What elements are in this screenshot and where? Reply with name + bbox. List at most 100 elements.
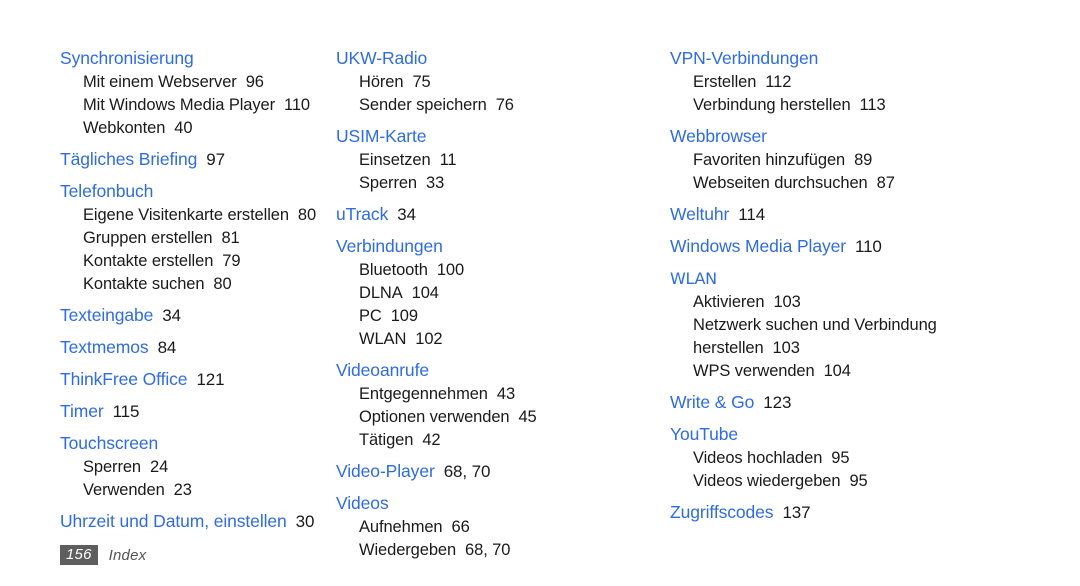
- index-sub-entry-list: Einsetzen 11 Sperren 33: [336, 149, 662, 195]
- index-page-reference: 113: [859, 96, 886, 114]
- index-sub-entry[interactable]: Sperren 24: [60, 456, 330, 479]
- index-sub-entry-label: Sender speichern: [359, 96, 487, 114]
- index-sub-entry-label: Netzwerk suchen und Verbindung: [693, 316, 937, 334]
- index-heading[interactable]: Videos: [336, 491, 662, 516]
- index-sub-entry[interactable]: Entgegennehmen 43: [336, 383, 662, 406]
- index-heading[interactable]: Video-Player 68, 70: [336, 459, 662, 484]
- footer-section-label: Index: [108, 546, 147, 564]
- index-heading-label: Videos: [336, 493, 389, 513]
- index-columns: Synchronisierung Mit einem Webserver 96 Mit…: [0, 46, 1080, 569]
- index-sub-entry[interactable]: Aktivieren 103: [670, 291, 1080, 314]
- index-page-reference: 109: [390, 307, 418, 325]
- index-sub-entry[interactable]: Mit einem Webserver 96: [60, 71, 330, 94]
- index-heading[interactable]: uTrack 34: [336, 202, 662, 227]
- index-heading-label: Uhrzeit und Datum, einstellen: [60, 511, 287, 531]
- index-sub-entry[interactable]: Verwenden 23: [60, 479, 330, 502]
- index-heading[interactable]: Telefonbuch: [60, 179, 330, 204]
- column-1: Synchronisierung Mit einem Webserver 96 Mit…: [0, 46, 330, 541]
- index-sub-entry[interactable]: Videos hochladen 95: [670, 447, 1080, 470]
- index-entry-group: Verbindungen Bluetooth 100 DLNA 104 PC 109 WLAN…: [336, 234, 662, 351]
- index-sub-entry[interactable]: WLAN 102: [336, 328, 662, 351]
- index-heading[interactable]: Webbrowser: [670, 124, 1080, 149]
- index-sub-entry[interactable]: Kontakte erstellen 79: [60, 250, 330, 273]
- index-page-reference: 102: [415, 330, 443, 348]
- index-heading-label: Windows Media Player: [670, 236, 846, 256]
- index-sub-entry[interactable]: Hören 75: [336, 71, 662, 94]
- index-entry-group: WLAN Aktivieren 103 Netzwerk suchen und Ver…: [670, 266, 1080, 383]
- index-heading[interactable]: Windows Media Player 110: [670, 234, 1080, 259]
- index-page-reference: 84: [157, 338, 177, 357]
- index-heading[interactable]: Textmemos 84: [60, 335, 330, 360]
- index-heading[interactable]: YouTube: [670, 422, 1080, 447]
- index-sub-entry[interactable]: Eigene Visitenkarte erstellen 80: [60, 204, 330, 227]
- index-sub-entry-label: Verbindung herstellen: [693, 96, 851, 114]
- index-page-reference: 104: [823, 362, 851, 380]
- index-page-reference: 33: [426, 174, 445, 192]
- index-page-reference: 34: [162, 306, 181, 325]
- index-sub-entry-label: Einsetzen: [359, 151, 431, 169]
- index-sub-entry-list: Favoriten hinzufügen 89 Webseiten durchsuc…: [670, 149, 1080, 195]
- index-sub-entry[interactable]: Verbindung herstellen 113: [670, 94, 1080, 117]
- index-heading[interactable]: VPN-Verbindungen: [670, 46, 1080, 71]
- index-heading-label: VPN-Verbindungen: [670, 48, 819, 68]
- index-sub-entry[interactable]: Kontakte suchen 80: [60, 273, 330, 296]
- index-page-reference: 81: [221, 229, 240, 247]
- index-sub-entry-label: Aufnehmen: [359, 518, 443, 536]
- index-page-reference: 95: [831, 449, 850, 467]
- index-heading[interactable]: Weltuhr 114: [670, 202, 1080, 227]
- index-sub-entry-label: Tätigen: [359, 431, 414, 449]
- index-sub-entry[interactable]: Webseiten durchsuchen 87: [670, 172, 1080, 195]
- index-heading[interactable]: Tägliches Briefing 97: [60, 147, 330, 172]
- index-sub-entry-label: Optionen verwenden: [359, 408, 510, 426]
- index-heading[interactable]: ThinkFree Office 121: [60, 367, 330, 392]
- index-heading[interactable]: WLAN: [670, 266, 1080, 291]
- index-sub-entry[interactable]: Tätigen 42: [336, 429, 662, 452]
- index-heading-label: UKW-Radio: [336, 48, 428, 68]
- index-heading[interactable]: Zugriffscodes 137: [670, 500, 1080, 525]
- index-sub-entry[interactable]: Videos wiedergeben 95: [670, 470, 1080, 493]
- index-sub-entry[interactable]: Mit Windows Media Player 110: [60, 94, 330, 117]
- index-page-reference: 79: [222, 252, 241, 270]
- page-footer: 156 Index: [60, 544, 146, 566]
- index-sub-entry[interactable]: herstellen 103: [670, 337, 1080, 360]
- index-page-reference: 66: [451, 518, 470, 536]
- index-page-reference: 97: [206, 150, 226, 169]
- index-sub-entry[interactable]: DLNA 104: [336, 282, 662, 305]
- index-entry-group: USIM-Karte Einsetzen 11 Sperren 33: [336, 124, 662, 195]
- index-heading[interactable]: Verbindungen: [336, 234, 662, 259]
- index-heading[interactable]: Texteingabe 34: [60, 303, 330, 328]
- index-sub-entry[interactable]: Optionen verwenden 45: [336, 406, 662, 429]
- index-entry-group: ThinkFree Office 121: [60, 367, 330, 392]
- index-page-reference: 40: [174, 119, 193, 137]
- index-heading[interactable]: Videoanrufe: [336, 358, 662, 383]
- index-sub-entry[interactable]: Aufnehmen 66: [336, 516, 662, 539]
- column-3: VPN-Verbindungen Erstellen 112 Verbindung h…: [662, 46, 1080, 532]
- index-sub-entry[interactable]: Erstellen 112: [670, 71, 1080, 94]
- index-heading[interactable]: USIM-Karte: [336, 124, 662, 149]
- index-heading-label: Video-Player: [336, 461, 435, 481]
- index-sub-entry[interactable]: WPS verwenden 104: [670, 360, 1080, 383]
- index-sub-entry-label: Favoriten hinzufügen: [693, 151, 846, 169]
- index-page-reference: 68, 70: [465, 541, 511, 559]
- index-sub-entry-list: Eigene Visitenkarte erstellen 80 Gruppen e…: [60, 204, 330, 296]
- index-sub-entry[interactable]: Webkonten 40: [60, 117, 330, 140]
- index-sub-entry[interactable]: Favoriten hinzufügen 89: [670, 149, 1080, 172]
- index-sub-entry[interactable]: Sender speichern 76: [336, 94, 662, 117]
- index-sub-entry[interactable]: Einsetzen 11: [336, 149, 662, 172]
- index-sub-entry-label: Verwenden: [83, 481, 165, 499]
- index-heading[interactable]: UKW-Radio: [336, 46, 662, 71]
- index-heading[interactable]: Synchronisierung: [60, 46, 330, 71]
- index-sub-entry[interactable]: Bluetooth 100: [336, 259, 662, 282]
- index-heading[interactable]: Uhrzeit und Datum, einstellen 30: [60, 509, 330, 534]
- index-heading[interactable]: Write & Go 123: [670, 390, 1080, 415]
- index-heading[interactable]: Touchscreen: [60, 431, 330, 456]
- index-sub-entry-label: Wiedergeben: [359, 541, 457, 559]
- index-sub-entry[interactable]: Wiedergeben 68, 70: [336, 539, 662, 562]
- index-sub-entry[interactable]: Sperren 33: [336, 172, 662, 195]
- index-sub-entry[interactable]: Gruppen erstellen 81: [60, 227, 330, 250]
- index-sub-entry[interactable]: Netzwerk suchen und Verbindung: [670, 314, 1080, 337]
- index-heading[interactable]: Timer 115: [60, 399, 330, 424]
- index-entry-group: Timer 115: [60, 399, 330, 424]
- index-sub-entry-label: WPS verwenden: [693, 362, 815, 380]
- index-sub-entry[interactable]: PC 109: [336, 305, 662, 328]
